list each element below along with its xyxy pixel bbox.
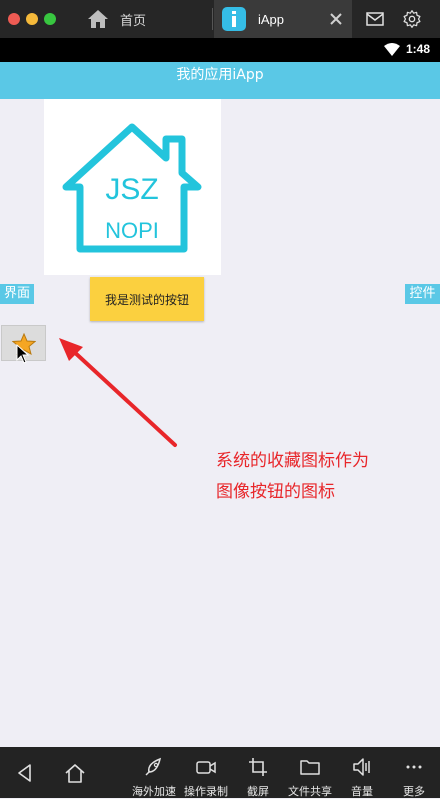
annotation-line1: 系统的收藏图标作为 [216,451,369,471]
window-minimize-dot[interactable] [26,13,38,25]
toolbar-label: 截屏 [247,785,269,798]
toolbar-label: 文件共享 [288,785,332,798]
logo-text-line1: JSZ [105,173,158,206]
interface-button[interactable]: 界面 [0,284,34,304]
mail-icon[interactable] [366,11,384,27]
window-zoom-dot[interactable] [44,13,56,25]
folder-icon [300,760,320,775]
emulator-title-bar: 首页 iApp [0,0,440,38]
home-nav-icon[interactable] [64,762,86,784]
gear-icon[interactable] [402,9,422,29]
app-title: 我的应用iApp [176,67,264,83]
tab-divider [212,8,213,30]
logo-image: JSZ NOPI [44,99,221,275]
rocket-icon [145,757,162,776]
toolbar-label: 操作录制 [184,785,228,798]
test-button-label: 我是测试的按钮 [104,292,189,307]
home-icon [88,10,108,28]
iapp-icon [222,7,246,31]
toolbar-record[interactable]: 操作录制 [177,747,235,798]
annotation-arrow-icon [59,338,177,447]
toolbar-accelerate[interactable]: 海外加速 [125,747,183,798]
emulator-toolbar: 海外加速 操作录制 截屏 文件共享 音量 更多 [0,747,440,798]
status-time: 1:48 [406,42,431,56]
volume-icon [353,758,370,776]
tab-home[interactable]: 首页 [74,0,212,38]
window-close-dot[interactable] [8,13,20,25]
toolbar-file-share[interactable]: 文件共享 [281,747,339,798]
toolbar-volume[interactable]: 音量 [333,747,391,798]
crop-icon [249,758,267,776]
wifi-icon [384,43,400,56]
tab-iapp-label: iApp [258,11,285,27]
more-icon [406,765,422,769]
annotation-line2: 图像按钮的图标 [216,482,335,502]
mouse-cursor-icon [16,344,30,364]
tab-home-label: 首页 [120,13,147,29]
video-icon [196,761,216,774]
toolbar-label: 音量 [351,785,373,798]
toolbar-label: 海外加速 [132,785,176,798]
status-bar: 1:48 [0,38,440,62]
toolbar-more[interactable]: 更多 [385,747,440,798]
annotation-text: 系统的收藏图标作为 图像按钮的图标 [216,446,416,508]
widget-button[interactable]: 控件 [405,284,440,304]
house-logo-icon: JSZ NOPI [62,123,202,253]
toolbar-label: 更多 [403,785,425,798]
toolbar-screenshot[interactable]: 截屏 [229,747,287,798]
close-tab-icon[interactable] [328,11,344,27]
logo-text-line2: NOPI [105,218,159,243]
test-button[interactable]: 我是测试的按钮 [90,277,204,321]
back-icon[interactable] [14,762,36,784]
app-title-bar: 我的应用iApp [0,62,440,99]
tab-iapp[interactable]: iApp [214,0,352,38]
